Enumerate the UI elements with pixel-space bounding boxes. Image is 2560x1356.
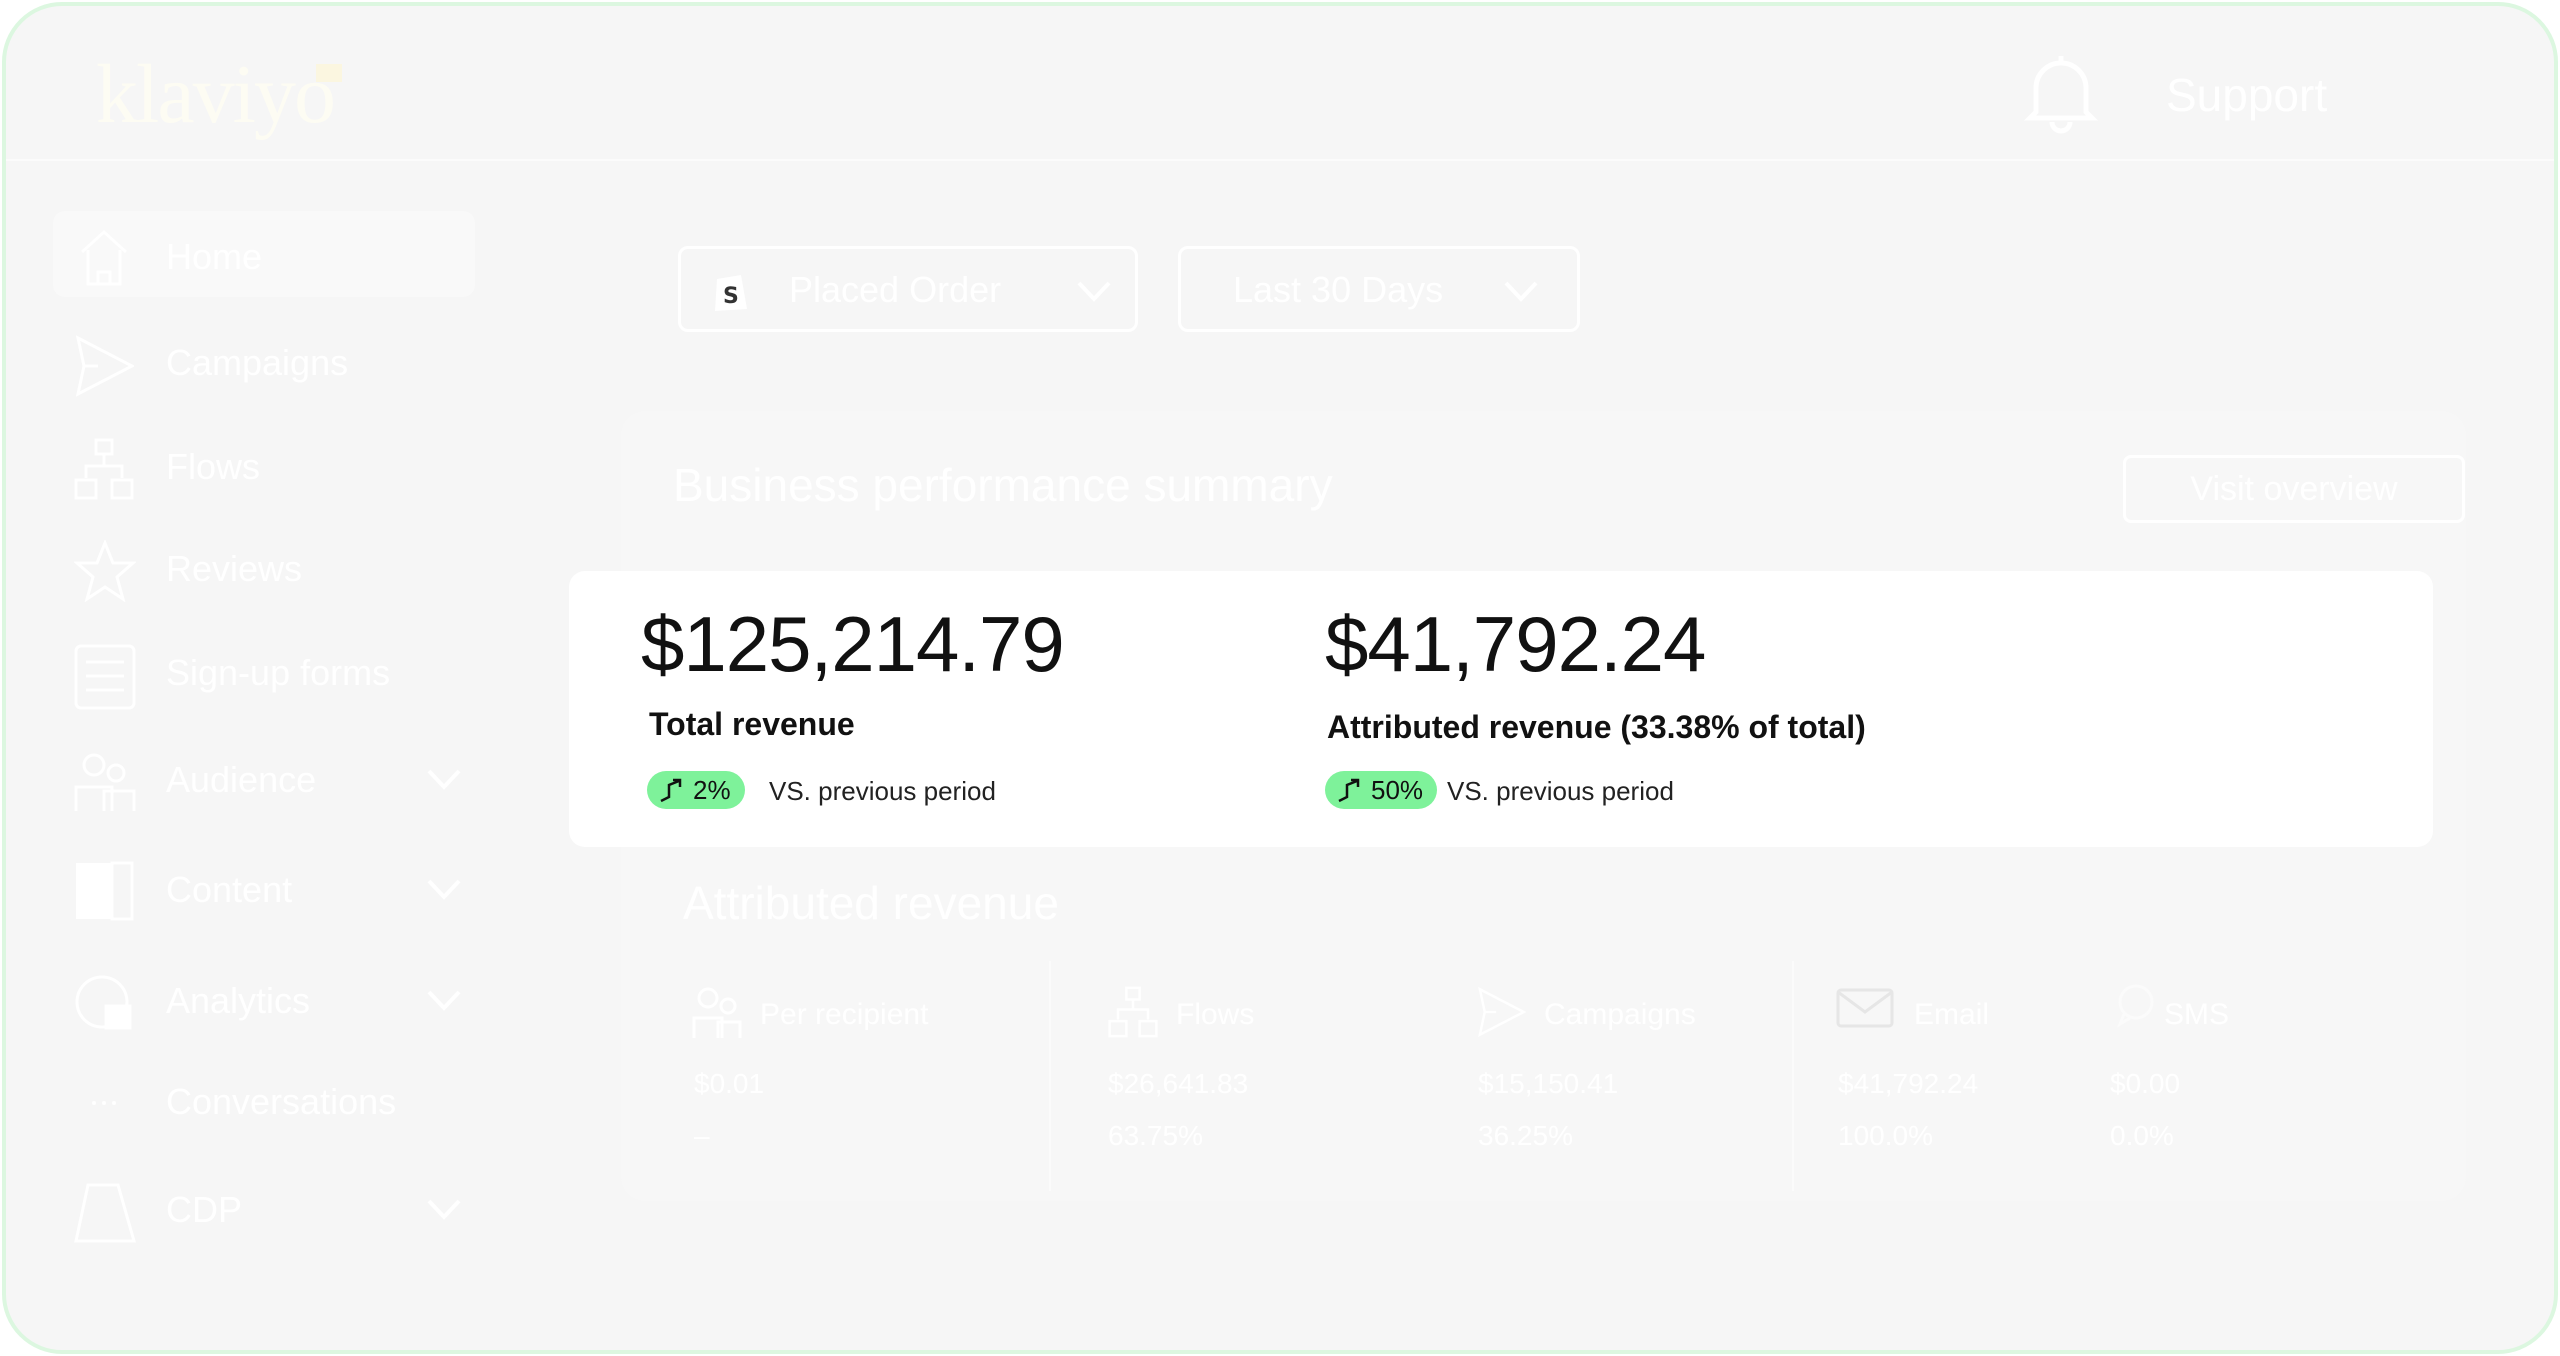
vs-label: VS. previous period (769, 776, 996, 806)
column-divider (1049, 961, 1051, 1191)
period-value: Last 30 Days (1233, 269, 1444, 310)
bell-icon[interactable] (2016, 48, 2106, 143)
sidebar-item-home[interactable]: Home (66, 228, 466, 288)
campaigns-value: $15,150.41 (1478, 1068, 1619, 1099)
sidebar-item-label: Reviews (166, 548, 303, 589)
sidebar-item-analytics[interactable]: Analytics (66, 972, 466, 1032)
campaigns-label: Campaigns (1544, 998, 1696, 1031)
chart-icon (75, 975, 132, 1030)
email-icon (1836, 988, 1894, 1028)
column-divider (1792, 961, 1794, 1191)
sms-icon (2116, 984, 2154, 1028)
people-icon (692, 987, 742, 1038)
home-icon (80, 229, 128, 286)
vs-label: VS. previous period (1447, 776, 1674, 806)
send-icon (1478, 986, 1526, 1038)
sms-pct: 0.0% (2110, 1120, 2174, 1151)
sidebar-item-content[interactable]: Content (66, 861, 466, 921)
sidebar-item-cdp[interactable]: CDP (66, 1181, 466, 1243)
chevron-down-icon (1504, 281, 1538, 302)
metric-value: Placed Order (789, 269, 1002, 310)
email-label: Email (1914, 998, 1990, 1031)
app-window: klaviyo Support Home Campaigns Flows Rev… (2, 2, 2558, 1354)
sms-value: $0.00 (2110, 1068, 2181, 1099)
period-dropdown[interactable]: Last 30 Days (1178, 246, 1580, 332)
chevron-down-icon[interactable] (426, 877, 462, 901)
total-revenue-label: Total revenue (649, 706, 855, 742)
support-link[interactable]: Support (2166, 68, 2327, 122)
cdp-icon (74, 1183, 136, 1243)
metric-dropdown[interactable]: S Placed Order (678, 246, 1138, 332)
email-value: $41,792.24 (1838, 1068, 1979, 1099)
campaigns-pct: 36.25% (1478, 1120, 1573, 1151)
sidebar-item-label: Audience (166, 759, 317, 800)
sidebar-item-label: Conversations (166, 1081, 397, 1122)
chevron-down-icon[interactable] (426, 1197, 462, 1221)
klaviyo-logo[interactable]: klaviyo (96, 46, 336, 143)
sidebar-item-audience[interactable]: Audience (66, 751, 466, 811)
flows-pct: 63.75% (1108, 1120, 1203, 1151)
attributed-change-badge: 50% (1325, 771, 1438, 809)
sidebar-item-signup-forms[interactable]: Sign-up forms (66, 644, 466, 710)
sidebar-item-label: Analytics (166, 980, 311, 1021)
send-icon (75, 335, 134, 397)
email-pct: 100.0% (1838, 1120, 1933, 1151)
per-recipient-label: Per recipient (760, 998, 929, 1031)
sidebar-item-label: Home (166, 236, 263, 277)
shopify-icon: S (715, 275, 747, 311)
sms-label: SMS (2164, 998, 2230, 1031)
chat-icon (92, 1101, 116, 1105)
sidebar-item-reviews[interactable]: Reviews (66, 540, 466, 602)
content-icon (76, 861, 134, 921)
svg-text:S: S (723, 284, 739, 309)
star-icon (74, 540, 136, 602)
chevron-down-icon (1077, 281, 1111, 302)
attributed-revenue-title: Attributed revenue (683, 877, 1059, 929)
flows-icon (1108, 986, 1158, 1038)
sidebar-item-campaigns[interactable]: Campaigns (66, 334, 466, 397)
logo-flag (316, 64, 342, 82)
sidebar-item-flows[interactable]: Flows (66, 438, 466, 500)
per-recipient-value: $0.01 (694, 1068, 765, 1099)
flows-value: $26,641.83 (1108, 1068, 1249, 1099)
revenue-card: $125,214.79 Total revenue 2% VS. previou… (569, 571, 2433, 847)
header-divider (6, 159, 2554, 161)
section-title: Business performance summary (673, 459, 1333, 511)
attributed-revenue-value: $41,792.24 (1325, 600, 1706, 688)
flows-icon (74, 438, 134, 500)
sidebar-item-label: Campaigns (166, 342, 349, 383)
visit-overview-button[interactable]: Visit overview (2123, 455, 2465, 523)
chevron-down-icon[interactable] (426, 767, 462, 791)
total-change-badge: 2% (647, 771, 745, 809)
sidebar-item-conversations[interactable]: Conversations (66, 1073, 466, 1133)
sidebar-item-label: CDP (166, 1189, 243, 1230)
trend-up-icon (1338, 778, 1360, 803)
trend-up-icon (660, 778, 682, 803)
total-revenue-value: $125,214.79 (641, 600, 1065, 688)
change-value: 50% (1371, 774, 1424, 805)
form-icon (74, 644, 136, 710)
chevron-down-icon[interactable] (426, 988, 462, 1012)
flows-label: Flows (1176, 998, 1255, 1031)
sidebar-item-label: Sign-up forms (166, 652, 391, 693)
sidebar-item-label: Content (166, 869, 293, 910)
per-recipient-pct: – (694, 1120, 710, 1151)
change-value: 2% (693, 774, 731, 805)
sidebar-item-label: Flows (166, 446, 261, 487)
attributed-revenue-label: Attributed revenue (33.38% of total) (1327, 709, 1866, 745)
people-icon (74, 753, 136, 811)
